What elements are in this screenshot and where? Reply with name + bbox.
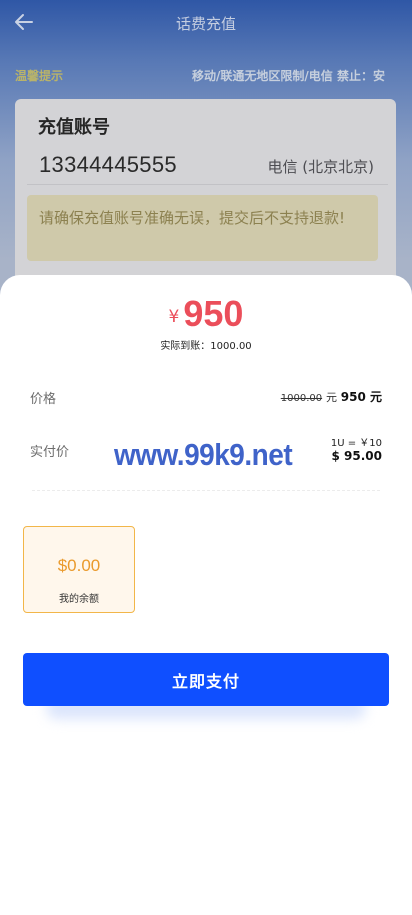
- divider: [27, 184, 388, 185]
- top-bar: 话费充值: [0, 0, 412, 46]
- account-number-field[interactable]: 13344445555: [39, 152, 177, 178]
- payment-sheet: ¥950 实际到账：1000.00 价格 1000.00 元 950 元 实付价…: [0, 275, 412, 915]
- balance-label: 我的余额: [59, 594, 99, 605]
- carrier-label: 电信 (北京北京): [267, 158, 374, 176]
- price-value: 1000.00 元 950 元: [281, 388, 382, 405]
- notice-marquee: 移动/联通无地区限制/电信 禁止：安: [192, 69, 385, 83]
- balance-option[interactable]: $0.00 我的余额: [23, 526, 135, 613]
- price-display: ¥950: [0, 293, 412, 335]
- pay-now-button[interactable]: 立即支付: [23, 653, 389, 706]
- currency-symbol: ¥: [168, 307, 180, 327]
- paid-label: 实付价: [30, 445, 70, 460]
- original-price: 1000.00: [280, 393, 323, 404]
- account-label: 充值账号: [38, 117, 110, 138]
- usd-amount: $ 95.00: [331, 449, 382, 463]
- balance-amount: $0.00: [57, 556, 101, 575]
- account-card: 充值账号 13344445555 电信 (北京北京) 请确保充值账号准确无误，提…: [15, 99, 396, 299]
- price-amount: 950: [183, 293, 244, 334]
- notice-label: 温馨提示: [15, 69, 64, 83]
- price-label: 价格: [30, 392, 57, 407]
- watermark: www.99k9.net: [114, 437, 293, 472]
- current-price: 950 元: [340, 390, 382, 404]
- page-title: 话费充值: [175, 15, 236, 33]
- exchange-rate: 1U = ￥10: [330, 438, 382, 449]
- divider: [32, 490, 380, 491]
- price-unit: 元: [325, 391, 337, 404]
- received-amount: 实际到账：1000.00: [160, 341, 252, 352]
- warning-box: 请确保充值账号准确无误，提交后不支持退款!: [27, 195, 378, 261]
